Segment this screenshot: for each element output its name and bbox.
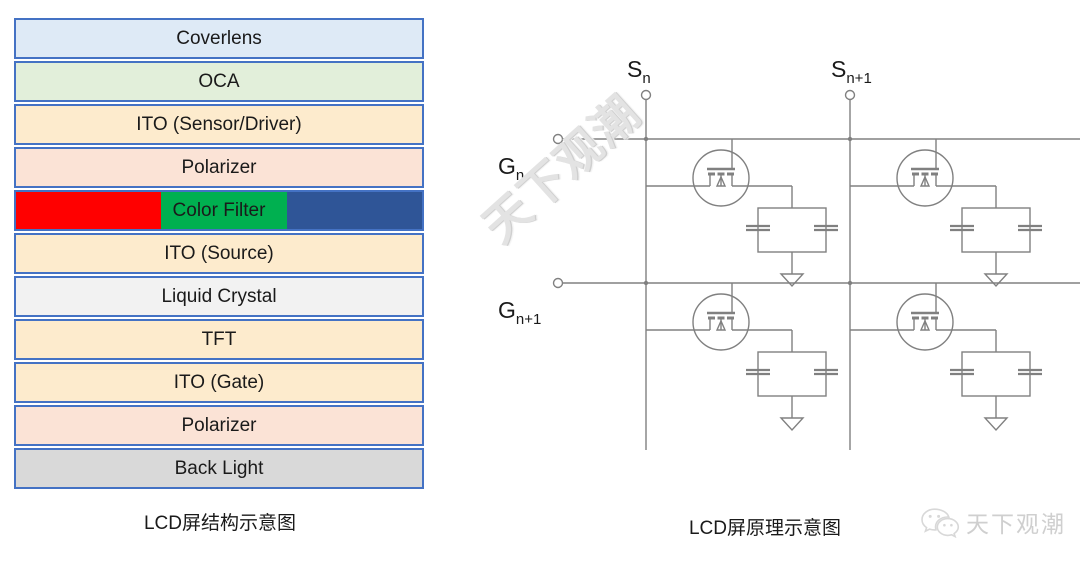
layer-label: Coverlens	[176, 28, 262, 49]
pixel-cell-Gn-Sn1	[850, 139, 1044, 288]
layer-label: Polarizer	[181, 415, 257, 436]
source-terminal-Sn1	[844, 89, 856, 101]
layer-label: OCA	[198, 71, 240, 92]
gate-terminal-Gn	[552, 133, 564, 145]
gate-label-Gn: Gn	[498, 153, 524, 184]
layer-row-coverlens: Coverlens	[14, 18, 424, 59]
gate-line-Gn	[552, 133, 1080, 145]
layer-stack: Coverlens OCA ITO (Sensor/Driver) Polari…	[14, 18, 424, 491]
layer-label: ITO (Sensor/Driver)	[136, 114, 302, 135]
source-label-Sn1: Sn+1	[831, 56, 872, 87]
source-terminal-Sn	[640, 89, 652, 101]
layer-row-back-light: Back Light	[14, 448, 424, 489]
mosfet-icon	[893, 146, 957, 208]
mosfet-icon	[689, 290, 753, 352]
layer-row-polarizer-bottom: Polarizer	[14, 405, 424, 446]
source-line-Sn1	[844, 89, 856, 450]
source-line-Sn	[640, 89, 652, 450]
source-label-Sn: Sn	[627, 56, 651, 87]
corner-watermark-text: 天下观潮	[966, 511, 1066, 537]
stack-diagram-caption: LCD屏结构示意图	[143, 513, 296, 534]
pixel-capacitor-group	[948, 328, 1044, 432]
junction-dot	[847, 136, 853, 142]
layer-label: Polarizer	[181, 157, 257, 178]
pixel-capacitor-group	[948, 184, 1044, 288]
circuit-diagram-caption: LCD屏原理示意图	[688, 518, 841, 539]
lcd-circuit-panel: Sn Sn+1 Gn Gn+1	[440, 0, 1080, 566]
layer-row-oca: OCA	[14, 61, 424, 102]
pixel-capacitor-group	[744, 184, 840, 288]
layer-label: ITO (Gate)	[173, 372, 265, 393]
layer-row-ito-source: ITO (Source)	[14, 233, 424, 274]
pixel-cell-Gn1-Sn1	[850, 283, 1044, 432]
pixel-capacitor-group	[744, 328, 840, 432]
pixel-cell-Gn-Sn	[646, 139, 840, 288]
layer-row-tft: TFT	[14, 319, 424, 360]
layer-row-ito-sensor-driver: ITO (Sensor/Driver)	[14, 104, 424, 145]
gate-label-Gn1: Gn+1	[498, 297, 541, 328]
wechat-icon	[921, 508, 960, 538]
layer-label: Back Light	[174, 458, 264, 479]
junction-dot	[643, 280, 649, 286]
mosfet-icon	[893, 290, 957, 352]
lcd-stack-panel: Coverlens OCA ITO (Sensor/Driver) Polari…	[0, 0, 440, 566]
layer-label: ITO (Source)	[164, 243, 274, 264]
layer-label: TFT	[201, 329, 237, 350]
layer-label: Color Filter	[172, 200, 266, 221]
color-filter-segment-blue	[286, 192, 422, 229]
layer-row-liquid-crystal: Liquid Crystal	[14, 276, 424, 317]
layer-row-ito-gate: ITO (Gate)	[14, 362, 424, 403]
color-filter-segment-red	[16, 192, 161, 229]
pixel-cell-Gn1-Sn	[646, 283, 840, 432]
tft-array-circuit: Sn Sn+1 Gn Gn+1	[498, 56, 1080, 450]
gate-terminal-Gn1	[552, 277, 564, 289]
corner-watermark: 天下观潮	[920, 505, 1066, 539]
layer-row-color-filter: Color Filter	[14, 190, 424, 231]
layer-row-polarizer-top: Polarizer	[14, 147, 424, 188]
mosfet-icon	[689, 146, 753, 208]
junction-dot	[643, 136, 649, 142]
junction-dot	[847, 280, 853, 286]
layer-label: Liquid Crystal	[161, 286, 277, 307]
